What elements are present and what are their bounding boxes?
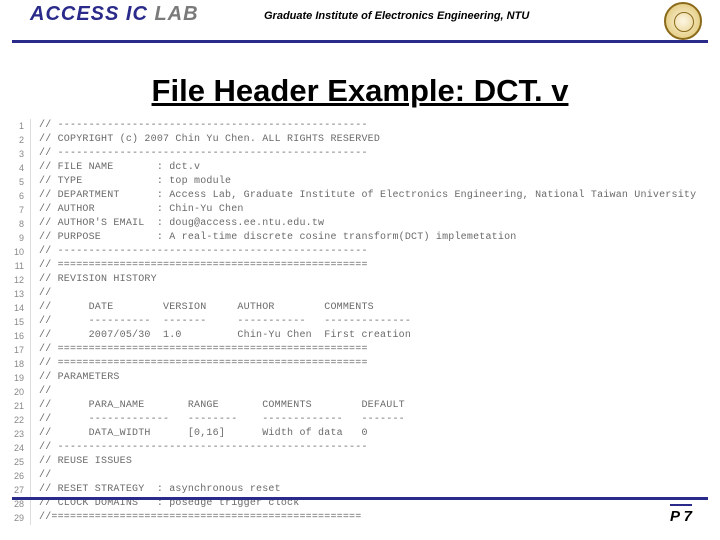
code-text: // PARAMETERS	[39, 371, 120, 385]
code-text: // -------------------------------------…	[39, 147, 368, 161]
code-line: 17 // ===================================…	[0, 343, 710, 357]
code-line: 19 // PARAMETERS	[0, 371, 710, 385]
code-line: 8 // AUTHOR'S EMAIL : doug@access.ee.ntu.…	[0, 217, 710, 231]
code-line: 1 // ------------------------------------…	[0, 119, 710, 133]
code-line: 27 // RESET STRATEGY : asynchronous reset	[0, 483, 710, 497]
code-text: // ------------- -------- ------------- …	[39, 413, 405, 427]
code-line: 10 // -----------------------------------…	[0, 245, 710, 259]
line-number: 9	[0, 231, 31, 245]
code-line: 21 // PARA_NAME RANGE COMMENTS DEFAULT	[0, 399, 710, 413]
slide-title: File Header Example: DCT. v	[0, 73, 720, 109]
code-line: 25 // REUSE ISSUES	[0, 455, 710, 469]
line-number: 22	[0, 413, 31, 427]
line-number: 24	[0, 441, 31, 455]
line-number: 3	[0, 147, 31, 161]
line-number: 19	[0, 371, 31, 385]
code-text: // AUTHOR'S EMAIL : doug@access.ee.ntu.e…	[39, 217, 324, 231]
code-line: 13 //	[0, 287, 710, 301]
slide-header: ACCESS IC LAB Graduate Institute of Elec…	[12, 0, 708, 43]
line-number: 1	[0, 119, 31, 133]
lab-name-access: ACCESS IC	[30, 3, 154, 25]
line-number: 2	[0, 133, 31, 147]
line-number: 20	[0, 385, 31, 399]
code-text: //	[39, 469, 51, 483]
code-text: // =====================================…	[39, 357, 368, 371]
code-text: // AUTHOR : Chin-Yu Chen	[39, 203, 244, 217]
code-line: 9 // PURPOSE : A real-time discrete cosin…	[0, 231, 710, 245]
line-number: 13	[0, 287, 31, 301]
line-number: 27	[0, 483, 31, 497]
code-line: 26 //	[0, 469, 710, 483]
code-text: //	[39, 385, 51, 399]
line-number: 12	[0, 273, 31, 287]
code-line: 29 //====================================…	[0, 511, 710, 525]
code-text: // RESET STRATEGY : asynchronous reset	[39, 483, 281, 497]
code-line: 20 //	[0, 385, 710, 399]
line-number: 6	[0, 189, 31, 203]
code-text: // DEPARTMENT : Access Lab, Graduate Ins…	[39, 189, 696, 203]
line-number: 8	[0, 217, 31, 231]
code-line: 3 // ------------------------------------…	[0, 147, 710, 161]
ntu-seal-icon	[664, 2, 702, 40]
code-text: // FILE NAME : dct.v	[39, 161, 200, 175]
code-line: 6 // DEPARTMENT : Access Lab, Graduate In…	[0, 189, 710, 203]
code-line: 7 // AUTHOR : Chin-Yu Chen	[0, 203, 710, 217]
code-text: // -------------------------------------…	[39, 119, 368, 133]
code-text: //	[39, 287, 51, 301]
code-line: 5 // TYPE : top module	[0, 175, 710, 189]
code-text: //======================================…	[39, 511, 361, 525]
code-line: 18 // ===================================…	[0, 357, 710, 371]
code-text: // =====================================…	[39, 259, 368, 273]
code-line: 2 // COPYRIGHT (c) 2007 Chin Yu Chen. ALL…	[0, 133, 710, 147]
line-number: 29	[0, 511, 31, 525]
line-number: 14	[0, 301, 31, 315]
line-number: 15	[0, 315, 31, 329]
code-text: // ---------- ------- ----------- ------…	[39, 315, 411, 329]
line-number: 7	[0, 203, 31, 217]
code-text: // =====================================…	[39, 343, 368, 357]
line-number: 21	[0, 399, 31, 413]
code-line: 23 // DATA_WIDTH [0,16] Width of data 0	[0, 427, 710, 441]
code-line: 14 // DATE VERSION AUTHOR COMMENTS	[0, 301, 710, 315]
footer-rule	[12, 497, 708, 500]
code-text: // DATA_WIDTH [0,16] Width of data 0	[39, 427, 368, 441]
code-text: // -------------------------------------…	[39, 441, 368, 455]
line-number: 25	[0, 455, 31, 469]
lab-name-lab: LAB	[154, 3, 198, 25]
code-text: // REUSE ISSUES	[39, 455, 132, 469]
page-number: P 7	[670, 504, 692, 525]
line-number: 23	[0, 427, 31, 441]
code-text: // 2007/05/30 1.0 Chin-Yu Chen First cre…	[39, 329, 411, 343]
code-text: // DATE VERSION AUTHOR COMMENTS	[39, 301, 374, 315]
lab-name: ACCESS IC LAB	[30, 3, 199, 26]
line-number: 26	[0, 469, 31, 483]
code-line: 24 // -----------------------------------…	[0, 441, 710, 455]
code-line: 4 // FILE NAME : dct.v	[0, 161, 710, 175]
institute-name: Graduate Institute of Electronics Engine…	[264, 10, 529, 22]
line-number: 18	[0, 357, 31, 371]
code-text: // PARA_NAME RANGE COMMENTS DEFAULT	[39, 399, 405, 413]
code-line: 12 // REVISION HISTORY	[0, 273, 710, 287]
code-line: 11 // ===================================…	[0, 259, 710, 273]
code-line: 15 // ---------- ------- ----------- ----…	[0, 315, 710, 329]
line-number: 16	[0, 329, 31, 343]
line-number: 10	[0, 245, 31, 259]
code-text: // PURPOSE : A real-time discrete cosine…	[39, 231, 516, 245]
code-text: // -------------------------------------…	[39, 245, 368, 259]
code-text: // COPYRIGHT (c) 2007 Chin Yu Chen. ALL …	[39, 133, 380, 147]
code-text: // TYPE : top module	[39, 175, 231, 189]
line-number: 17	[0, 343, 31, 357]
code-listing: 1 // ------------------------------------…	[0, 119, 710, 525]
code-line: 16 // 2007/05/30 1.0 Chin-Yu Chen First c…	[0, 329, 710, 343]
line-number: 4	[0, 161, 31, 175]
line-number: 11	[0, 259, 31, 273]
code-text: // REVISION HISTORY	[39, 273, 157, 287]
line-number: 5	[0, 175, 31, 189]
code-line: 22 // ------------- -------- ------------…	[0, 413, 710, 427]
